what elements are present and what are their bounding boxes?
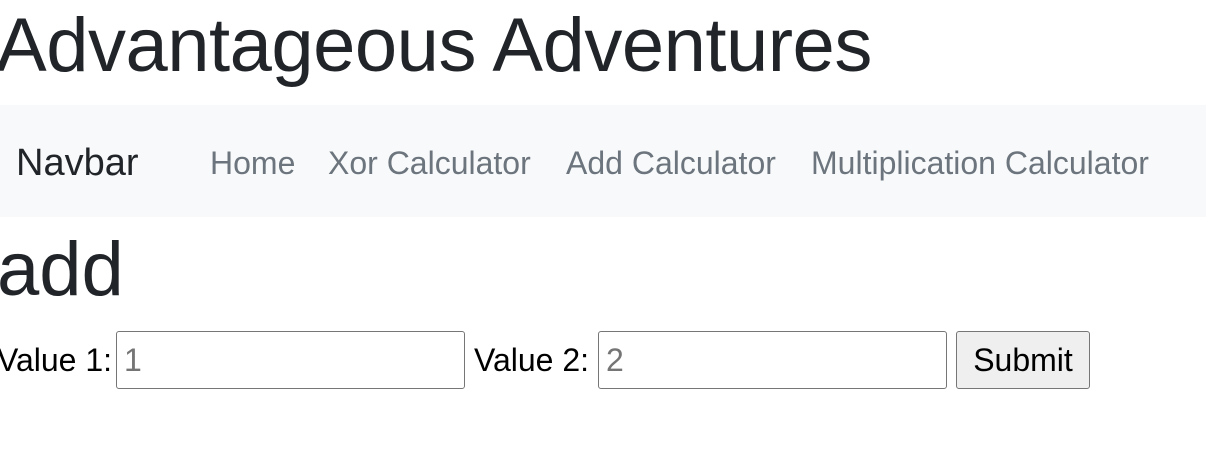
- nav-link-multiplication-calculator[interactable]: Multiplication Calculator: [811, 144, 1149, 182]
- value-1-input[interactable]: [116, 331, 465, 389]
- submit-button[interactable]: Submit: [956, 331, 1090, 389]
- value-2-input[interactable]: [598, 331, 947, 389]
- value-2-label: Value 2:: [474, 342, 590, 378]
- navbar-brand[interactable]: Navbar: [16, 141, 139, 185]
- page-heading: add: [0, 227, 124, 312]
- value-1-label: Value 1:: [0, 342, 113, 378]
- navbar: Navbar Home Xor Calculator Add Calculato…: [0, 105, 1206, 217]
- nav-link-add-calculator[interactable]: Add Calculator: [566, 144, 776, 182]
- site-title: Advantageous Adventures: [0, 3, 872, 88]
- nav-link-xor-calculator[interactable]: Xor Calculator: [328, 144, 531, 182]
- nav-link-home[interactable]: Home: [210, 144, 295, 182]
